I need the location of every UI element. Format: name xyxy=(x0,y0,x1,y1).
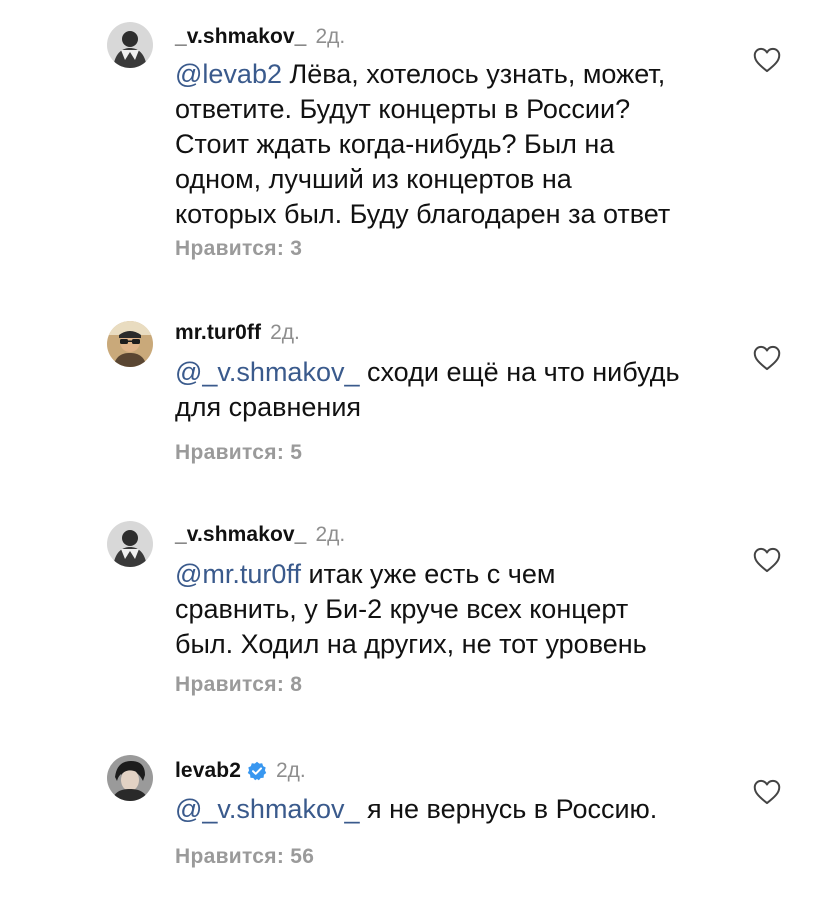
comment-username[interactable]: _v.shmakov_ xyxy=(175,25,306,49)
comment-line: которых был. Буду благодарен за ответ xyxy=(175,199,671,229)
user-avatar-photo-icon xyxy=(107,22,153,68)
comment-line: я не вернусь в Россию. xyxy=(359,794,658,824)
comment-line: сравнить, у Би-2 круче всех концерт xyxy=(175,594,629,624)
heart-outline-icon[interactable] xyxy=(753,345,781,371)
mention-link[interactable]: @mr.tur0ff xyxy=(175,559,301,589)
comment-text: @_v.shmakov_ я не вернусь в Россию. xyxy=(175,792,735,827)
comment-timestamp[interactable]: 2д. xyxy=(315,523,345,547)
comment-text: @levab2 Лёва, хотелось узнать, может, от… xyxy=(175,57,735,232)
comment-line: итак уже есть с чем xyxy=(300,559,556,589)
heart-outline-icon[interactable] xyxy=(753,779,781,805)
comment-text: @_v.shmakov_ сходи ещё на что нибудь для… xyxy=(175,355,735,425)
comment-line: Стоит ждать когда-нибудь? Был на xyxy=(175,129,615,159)
mention-link[interactable]: @levab2 xyxy=(175,59,282,89)
comment-username[interactable]: _v.shmakov_ xyxy=(175,523,306,547)
likes-count[interactable]: Нравится: 5 xyxy=(175,441,302,465)
likes-count[interactable]: Нравится: 56 xyxy=(175,845,314,869)
comment-header: _v.shmakov_ 2д. xyxy=(175,22,345,52)
comment-username[interactable]: levab2 xyxy=(175,759,241,783)
user-avatar-photo-icon xyxy=(107,755,153,801)
avatar[interactable] xyxy=(107,22,153,68)
likes-count[interactable]: Нравится: 3 xyxy=(175,237,302,261)
likes-count[interactable]: Нравится: 8 xyxy=(175,673,302,697)
comment-line: сходи ещё на что нибудь xyxy=(359,357,680,387)
comment-line: ответите. Будут концерты в России? xyxy=(175,94,631,124)
verified-badge-icon xyxy=(247,761,267,781)
comment-line: для сравнения xyxy=(175,392,362,422)
avatar[interactable] xyxy=(107,755,153,801)
comment-line: Лёва, хотелось узнать, может, xyxy=(281,59,666,89)
user-avatar-photo-icon xyxy=(107,521,153,567)
heart-outline-icon[interactable] xyxy=(753,547,781,573)
comment-timestamp[interactable]: 2д. xyxy=(276,759,306,783)
avatar[interactable] xyxy=(107,321,153,367)
user-avatar-photo-icon xyxy=(107,321,153,367)
comment-header: mr.tur0ff 2д. xyxy=(175,318,300,348)
comment-line: был. Ходил на других, не тот уровень xyxy=(175,629,647,659)
comment-header: levab2 2д. xyxy=(175,756,306,786)
comment-line: одном, лучший из концертов на xyxy=(175,164,572,194)
comment-header: _v.shmakov_ 2д. xyxy=(175,520,345,550)
comment-text: @mr.tur0ff итак уже есть с чем сравнить,… xyxy=(175,557,735,662)
avatar[interactable] xyxy=(107,521,153,567)
heart-outline-icon[interactable] xyxy=(753,47,781,73)
mention-link[interactable]: @_v.shmakov_ xyxy=(175,357,359,387)
comment-timestamp[interactable]: 2д. xyxy=(315,25,345,49)
comment-username[interactable]: mr.tur0ff xyxy=(175,321,261,345)
comment-timestamp[interactable]: 2д. xyxy=(270,321,300,345)
mention-link[interactable]: @_v.shmakov_ xyxy=(175,794,359,824)
